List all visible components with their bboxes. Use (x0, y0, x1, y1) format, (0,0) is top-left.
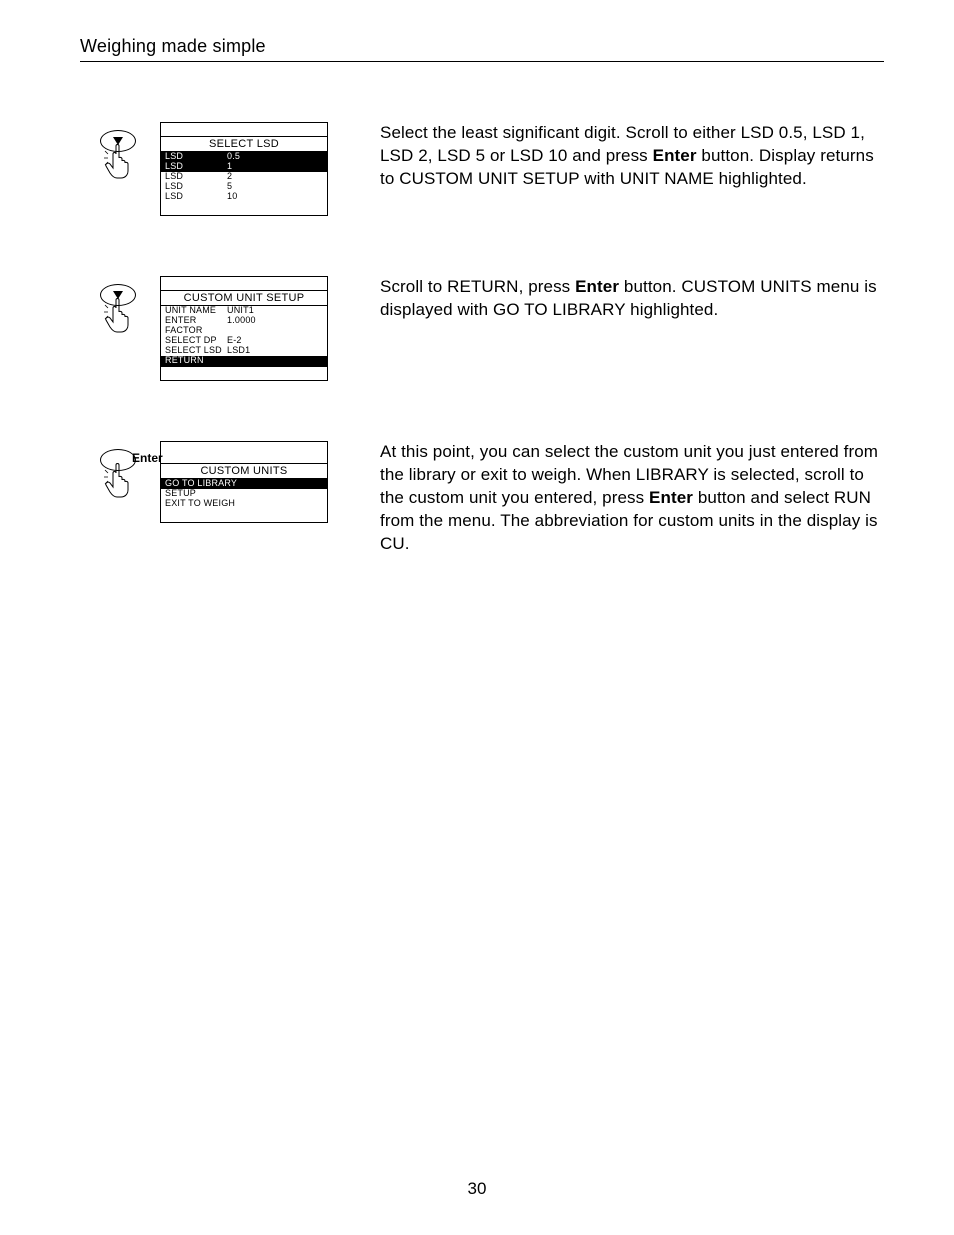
down-button-press-illustration (98, 130, 142, 184)
text-bold: Enter (649, 488, 693, 507)
lcd-screen-column: CUSTOM UNITS GO TO LIBRARY SETUP EXIT TO… (160, 441, 360, 524)
lcd-title: SELECT LSD (161, 137, 327, 152)
enter-button-label: Enter (132, 451, 163, 465)
down-button-press-illustration (98, 284, 142, 338)
lcd-custom-unit-setup: CUSTOM UNIT SETUP UNIT NAMEUNIT1 ENTER F… (160, 276, 328, 380)
page-header: Weighing made simple (80, 36, 884, 62)
lcd-body: UNIT NAMEUNIT1 ENTER FACTOR1.0000 SELECT… (161, 306, 327, 365)
lcd-title: CUSTOM UNIT SETUP (161, 291, 327, 306)
text-bold: Enter (575, 277, 619, 296)
lcd-row: LSD0.5 (161, 152, 327, 162)
text-segment: Scroll to RETURN, press (380, 277, 575, 296)
lcd-blank-bottom (161, 508, 327, 522)
section-select-lsd: SELECT LSD LSD0.5 LSD1 LSD2 LSD5 LSD10 S… (80, 122, 884, 216)
lcd-custom-units: CUSTOM UNITS GO TO LIBRARY SETUP EXIT TO… (160, 441, 328, 524)
icon-column: Enter (80, 441, 160, 503)
lcd-row: LSD1 (161, 162, 327, 172)
instruction-text: At this point, you can select the custom… (380, 441, 884, 556)
lcd-row: ENTER FACTOR1.0000 (161, 316, 327, 336)
lcd-select-lsd: SELECT LSD LSD0.5 LSD1 LSD2 LSD5 LSD10 (160, 122, 328, 216)
enter-button-press-illustration: Enter (98, 449, 142, 503)
instruction-text: Scroll to RETURN, press Enter button. CU… (380, 276, 884, 322)
lcd-screen-column: CUSTOM UNIT SETUP UNIT NAMEUNIT1 ENTER F… (160, 276, 360, 380)
lcd-body: LSD0.5 LSD1 LSD2 LSD5 LSD10 (161, 152, 327, 201)
section-custom-units: Enter CUSTOM UNITS GO TO LIBRARY SETUP E… (80, 441, 884, 556)
hand-press-icon (104, 144, 134, 180)
lcd-row: EXIT TO WEIGH (161, 499, 327, 509)
page-number: 30 (0, 1179, 954, 1199)
lcd-screen-column: SELECT LSD LSD0.5 LSD1 LSD2 LSD5 LSD10 (160, 122, 360, 216)
icon-column (80, 122, 160, 184)
instruction-text: Select the least significant digit. Scro… (380, 122, 884, 191)
lcd-blank-top (161, 123, 327, 137)
header-title: Weighing made simple (80, 36, 884, 57)
text-bold: Enter (653, 146, 697, 165)
lcd-row: LSD2 (161, 172, 327, 182)
lcd-body: GO TO LIBRARY SETUP EXIT TO WEIGH (161, 479, 327, 509)
lcd-blank-top (161, 277, 327, 291)
icon-column (80, 276, 160, 338)
lcd-row: LSD10 (161, 192, 327, 202)
lcd-blank-bottom (161, 366, 327, 380)
hand-press-icon (104, 463, 134, 499)
lcd-blank-top (161, 442, 327, 464)
lcd-blank-bottom (161, 201, 327, 215)
section-custom-unit-setup: CUSTOM UNIT SETUP UNIT NAMEUNIT1 ENTER F… (80, 276, 884, 380)
lcd-row-return: RETURN (161, 356, 327, 366)
lcd-title: CUSTOM UNITS (161, 464, 327, 479)
hand-press-icon (104, 298, 134, 334)
lcd-row: LSD5 (161, 182, 327, 192)
